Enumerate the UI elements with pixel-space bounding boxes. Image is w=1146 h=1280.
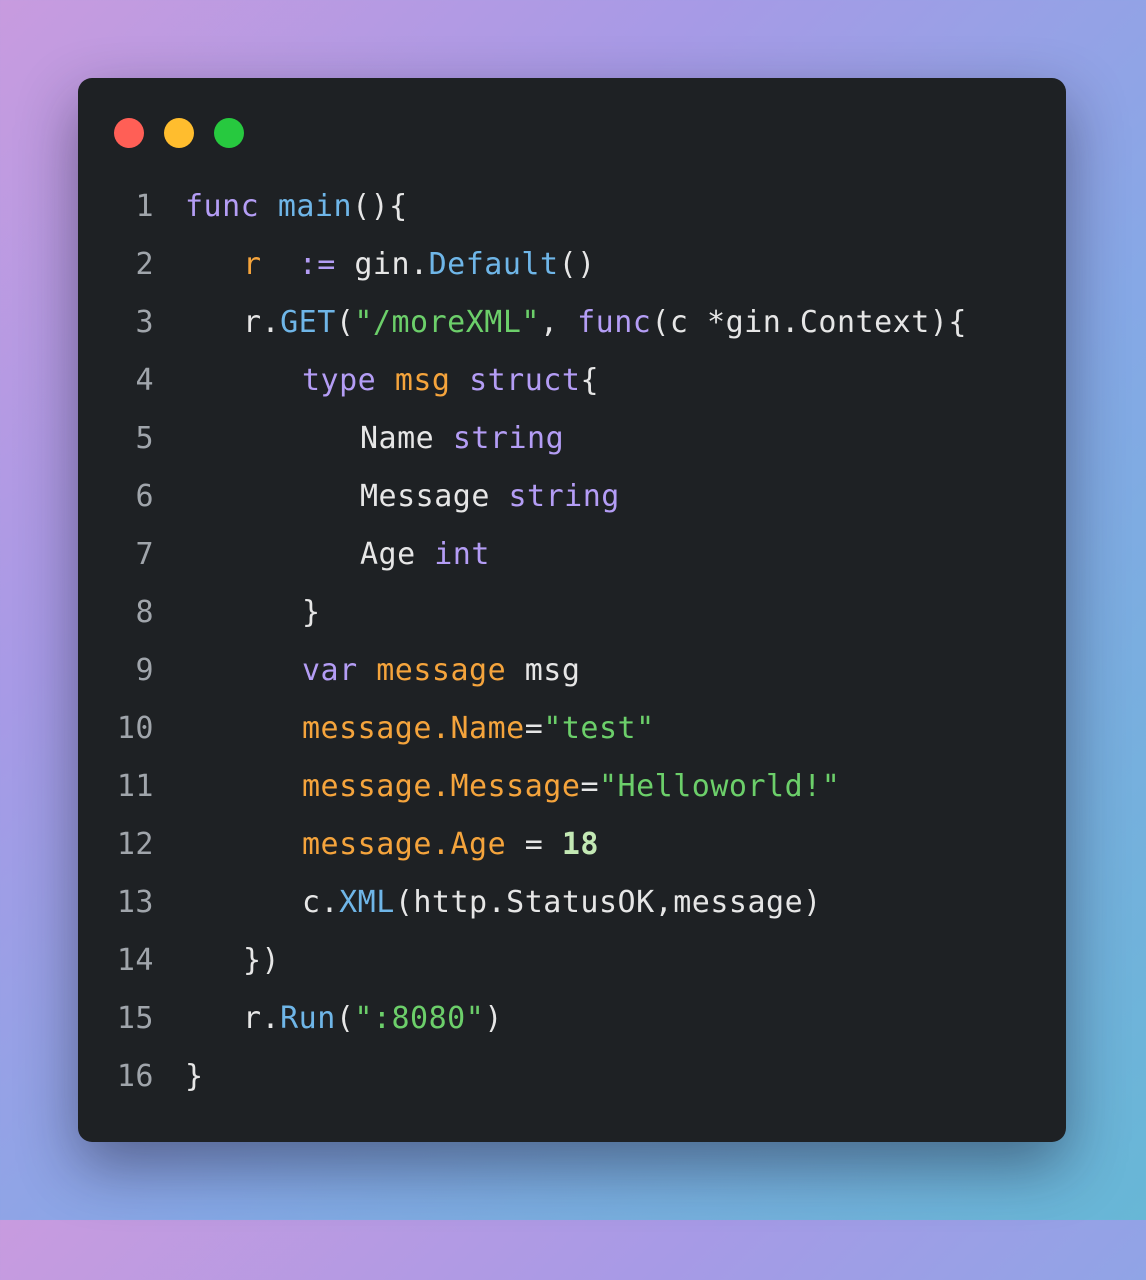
code-token: "test"	[543, 711, 655, 746]
code-token: })	[243, 943, 281, 978]
code-token: message.Name	[302, 711, 525, 746]
line-number: 11	[116, 769, 154, 804]
code-token: int	[434, 537, 490, 572]
line-number: 6	[135, 479, 154, 514]
minimize-dot-icon[interactable]	[164, 118, 194, 148]
code-line: 4 type msg struct{	[78, 352, 1066, 410]
window-controls	[114, 118, 244, 148]
code-token: :=	[298, 247, 336, 282]
code-token: main	[277, 189, 353, 224]
code-line: 5 Name string	[78, 410, 1066, 468]
code-token: (){	[352, 189, 408, 224]
code-line: 6 Message string	[78, 468, 1066, 526]
code-token: struct	[469, 363, 581, 398]
line-number: 13	[116, 885, 154, 920]
code-token: GET	[280, 305, 336, 340]
code-token: =	[506, 827, 562, 862]
line-number: 5	[135, 421, 154, 456]
code-line: 14 })	[78, 932, 1066, 990]
code-token: (http.StatusOK,message)	[394, 885, 822, 920]
code-token: r	[243, 247, 262, 282]
code-line: 15 r.Run(":8080")	[78, 990, 1066, 1048]
code-line: 1 func main(){	[78, 178, 1066, 236]
code-token: gin.	[354, 247, 429, 282]
code-token: (c *gin.Context){	[651, 305, 967, 340]
code-token: ":8080"	[354, 1001, 485, 1036]
line-number: 4	[135, 363, 154, 398]
code-token: {	[580, 363, 599, 398]
code-line: 9 var message msg	[78, 642, 1066, 700]
code-window: 1 func main(){ 2 r := gin.Default() 3 r.…	[78, 78, 1066, 1142]
line-number: 15	[116, 1001, 154, 1036]
code-line: 16 }	[78, 1048, 1066, 1106]
code-block: 1 func main(){ 2 r := gin.Default() 3 r.…	[78, 178, 1066, 1106]
maximize-dot-icon[interactable]	[214, 118, 244, 148]
code-token: ,	[540, 305, 578, 340]
code-line: 7 Age int	[78, 526, 1066, 584]
code-token: =	[524, 711, 544, 746]
code-token: func	[185, 189, 260, 224]
code-token: Message	[360, 479, 490, 514]
line-number: 9	[135, 653, 154, 688]
code-token: msg	[524, 653, 581, 688]
code-token: XML	[339, 885, 395, 920]
line-number: 2	[135, 247, 154, 282]
code-token: Run	[280, 1001, 336, 1036]
line-number: 8	[135, 595, 154, 630]
code-line: 10 message.Name="test"	[78, 700, 1066, 758]
code-token: func	[577, 305, 652, 340]
code-token: }	[302, 595, 321, 630]
code-line: 13 c.XML(http.StatusOK,message)	[78, 874, 1066, 932]
code-token: (	[335, 1001, 355, 1036]
line-number: 1	[135, 189, 154, 224]
line-number: 14	[116, 943, 154, 978]
code-line: 3 r.GET("/moreXML", func(c *gin.Context)…	[78, 294, 1066, 352]
code-token: 18	[561, 827, 599, 862]
code-token: msg	[394, 363, 451, 398]
line-number: 7	[135, 537, 154, 572]
code-token: c.	[302, 885, 340, 920]
code-token: r.	[243, 1001, 281, 1036]
code-token: message.Age	[302, 827, 507, 862]
code-line: 2 r := gin.Default()	[78, 236, 1066, 294]
code-token: string	[508, 479, 620, 514]
code-token: }	[185, 1059, 204, 1094]
line-number: 10	[116, 711, 154, 746]
code-token: "/moreXML"	[354, 305, 540, 340]
code-token: (	[335, 305, 355, 340]
code-token: var	[302, 653, 358, 688]
code-line: 12 message.Age = 18	[78, 816, 1066, 874]
code-token: message.Message	[302, 769, 581, 804]
code-token: Age	[360, 537, 416, 572]
code-token: type	[302, 363, 377, 398]
code-token: "Helloworld!"	[599, 769, 841, 804]
line-number: 12	[116, 827, 154, 862]
code-token: Name	[360, 421, 435, 456]
line-number: 3	[135, 305, 154, 340]
code-token: =	[580, 769, 599, 804]
code-token: )	[484, 1001, 503, 1036]
code-token: message	[376, 653, 507, 688]
line-number: 16	[116, 1059, 154, 1094]
code-line: 8 }	[78, 584, 1066, 642]
code-token: string	[452, 421, 565, 456]
close-dot-icon[interactable]	[114, 118, 144, 148]
code-line: 11 message.Message="Helloworld!"	[78, 758, 1066, 816]
code-token: ()	[558, 247, 596, 282]
code-token: r.	[243, 305, 281, 340]
code-token: Default	[428, 247, 559, 282]
